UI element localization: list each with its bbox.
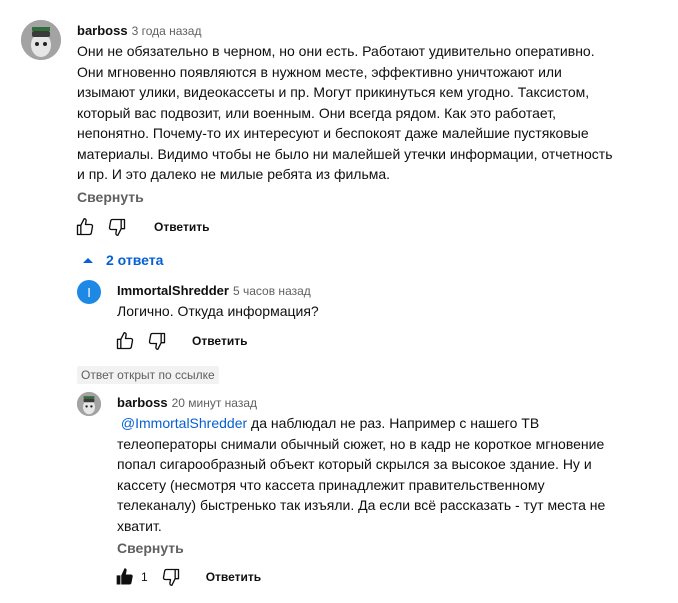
thumbs-down-icon [162, 568, 179, 586]
comment-text-line: изымают улики, видеокассеты и пр. Могут … [77, 84, 590, 100]
comment-text: Они не обязательно в черном, но они есть… [77, 41, 637, 185]
reply-text-line: попал сигарообразный объект который скры… [117, 456, 592, 472]
like-count: 1 [141, 570, 148, 584]
thumbs-up-icon [76, 218, 94, 236]
comment-text-line: непонятно. Почему-то их интересуют и бес… [77, 125, 589, 141]
dislike-button[interactable] [106, 216, 128, 238]
reply-button[interactable]: Ответить [206, 570, 261, 584]
like-button[interactable] [114, 566, 136, 588]
reply-header: barboss 20 минут назад [117, 394, 257, 412]
reply-text: @ImmortalShredder да наблюдал не раз. На… [117, 413, 637, 536]
comment-text-line: который вас подвозит, или военным. Они в… [77, 104, 557, 121]
replies-toggle-button[interactable]: 2 ответа [82, 252, 163, 268]
reply-text-line: телеканалу) быстренько так изъяли. Да ес… [117, 497, 606, 513]
dislike-button[interactable] [160, 566, 182, 588]
author-name[interactable]: ImmortalShredder [117, 283, 229, 298]
reply-text-line: телеоператоры снимали обычный сюжет, но … [117, 435, 605, 452]
reply-button[interactable]: Ответить [192, 334, 247, 348]
like-button[interactable] [74, 216, 96, 238]
comment-text-line: Они не обязательно в черном, но они есть… [77, 43, 595, 59]
reply-header: ImmortalShredder 5 часов назад [117, 282, 311, 300]
comment-actions: Ответить [74, 216, 209, 238]
thumbs-down-icon [148, 332, 166, 350]
comment-text-line: и пр. И это далеко не милые ребята из фи… [77, 166, 391, 182]
comment-timestamp[interactable]: 3 года назад [132, 24, 202, 38]
comment-header: barboss 3 года назад [77, 22, 201, 40]
reply-actions: Ответить [114, 330, 247, 352]
avatar[interactable] [77, 392, 101, 416]
chevron-up-icon [83, 258, 93, 263]
collapse-button[interactable]: Свернуть [117, 540, 184, 556]
avatar[interactable] [21, 20, 61, 60]
comment-text-line: Они мгновенно появляются в нужном месте,… [77, 63, 562, 80]
linked-reply-badge: Ответ открыт по ссылке [77, 366, 219, 384]
replies-count-label: 2 ответа [106, 252, 164, 268]
comment-text-line: материалы. Видимо чтобы не было ни малей… [77, 145, 613, 162]
author-name[interactable]: barboss [117, 395, 168, 410]
avatar-letter: I [87, 284, 91, 300]
dislike-button[interactable] [146, 330, 168, 352]
thumbs-down-icon [108, 218, 126, 236]
reply-timestamp[interactable]: 5 часов назад [233, 284, 311, 298]
thumbs-up-filled-icon [116, 568, 133, 585]
collapse-button[interactable]: Свернуть [77, 189, 144, 205]
thumbs-up-icon [116, 332, 134, 350]
like-button[interactable] [114, 330, 136, 352]
reply-text-line: хватит. [117, 517, 162, 534]
avatar[interactable]: I [77, 280, 101, 304]
reply-button[interactable]: Ответить [154, 220, 209, 234]
reply-text-line: кассету (несмотря что кассета принадлежи… [117, 476, 545, 493]
reply-timestamp[interactable]: 20 минут назад [172, 396, 257, 410]
mention-link[interactable]: @ImmortalShredder [121, 415, 247, 431]
reply-text-line: @ImmortalShredder да наблюдал не раз. На… [117, 413, 637, 434]
avatar-image [77, 392, 101, 416]
reply-actions: 1 Ответить [114, 566, 261, 588]
avatar-image [21, 20, 61, 60]
reply-text: Логично. Откуда информация? [117, 303, 319, 319]
author-name[interactable]: barboss [77, 23, 128, 38]
reply-text-fragment: да наблюдал не раз. Например с нашего ТВ [247, 415, 540, 431]
